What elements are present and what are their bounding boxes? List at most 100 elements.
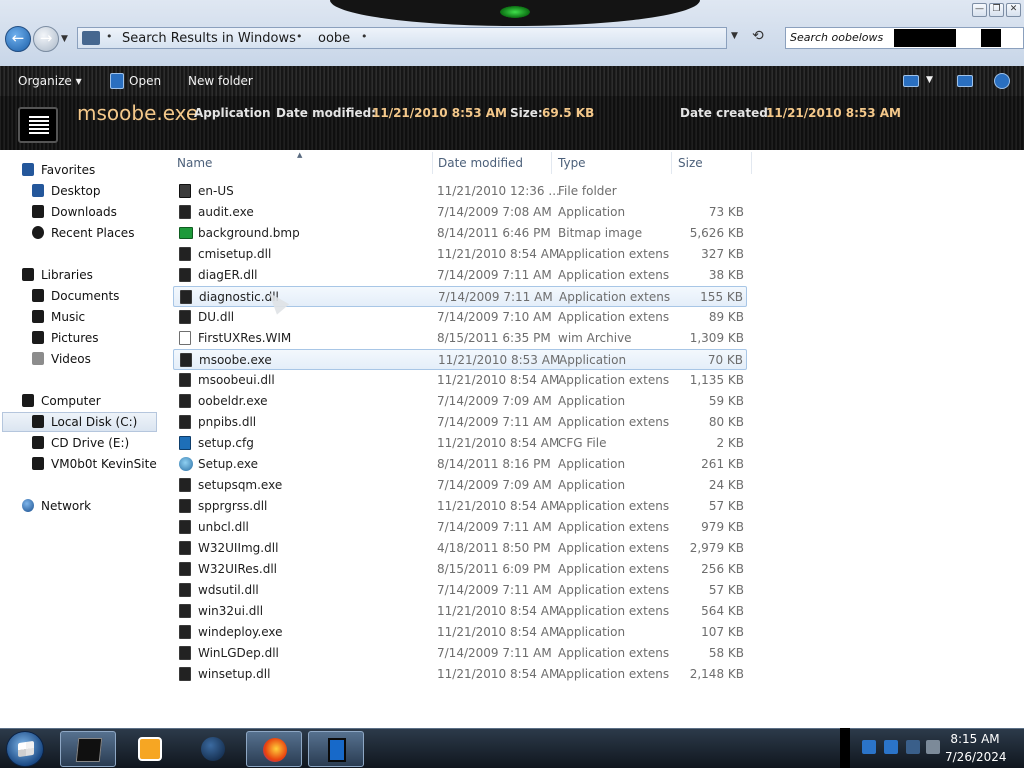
organize-menu[interactable]: Organize ▾ — [18, 74, 82, 88]
breadcrumb-separator[interactable]: • — [296, 30, 303, 43]
breadcrumb-oobe[interactable]: oobe — [318, 31, 350, 46]
videos-icon — [32, 352, 44, 365]
address-field[interactable]: • Search Results in Windows • oobe • — [77, 27, 727, 49]
address-history-dropdown[interactable]: ▼ — [731, 31, 738, 41]
file-date-modified: 11/21/2010 8:54 AM — [437, 436, 560, 450]
file-row[interactable]: WinLGDep.dll 7/14/2009 7:11 AM Application… — [173, 643, 747, 664]
details-date-modified-label: Date modified: — [276, 106, 376, 120]
column-type[interactable]: Type — [558, 156, 586, 170]
new-folder-button[interactable]: New folder — [188, 74, 253, 88]
minimize-button[interactable]: — — [972, 3, 987, 17]
file-row[interactable]: DU.dll 7/14/2009 7:10 AM Application exten… — [173, 307, 747, 328]
tray-device-icon[interactable] — [884, 740, 898, 754]
nav-documents[interactable]: Documents — [32, 287, 119, 307]
nav-network[interactable]: Network — [22, 497, 91, 517]
column-size[interactable]: Size — [678, 156, 703, 170]
file-row[interactable]: unbcl.dll 7/14/2009 7:11 AM Application ex… — [173, 517, 747, 538]
network-tray-icon[interactable] — [906, 740, 920, 754]
pictures-icon — [32, 331, 44, 344]
file-name: background.bmp — [198, 226, 300, 240]
file-row[interactable]: diagER.dll 7/14/2009 7:11 AM Application e… — [173, 265, 747, 286]
file-row[interactable]: FirstUXRes.WIM 8/15/2011 6:35 PM wim Archi… — [173, 328, 747, 349]
details-size-label: Size: — [510, 106, 543, 120]
breadcrumb-search-results[interactable]: Search Results in Windows — [122, 31, 296, 46]
file-row[interactable]: windeploy.exe 11/21/2010 8:54 AM Applicati… — [173, 622, 747, 643]
nav-favorites[interactable]: Favorites — [22, 161, 95, 181]
nav-recent-places[interactable]: Recent Places — [32, 224, 134, 244]
file-row[interactable]: msoobeui.dll 11/21/2010 8:54 AM Applicatio… — [173, 370, 747, 391]
file-row[interactable]: W32UIImg.dll 4/18/2011 8:50 PM Application… — [173, 538, 747, 559]
column-divider[interactable] — [432, 152, 433, 174]
details-file-type: Application — [194, 106, 271, 120]
view-options-dropdown[interactable]: ▼ — [926, 75, 933, 85]
nav-music[interactable]: Music — [32, 308, 85, 328]
column-date-modified[interactable]: Date modified — [438, 156, 523, 170]
nav-downloads[interactable]: Downloads — [32, 203, 117, 223]
file-row[interactable]: cmisetup.dll 11/21/2010 8:54 AM Applicatio… — [173, 244, 747, 265]
tray-app-icon[interactable] — [862, 740, 876, 754]
back-button[interactable]: ← — [5, 26, 31, 52]
file-size: 979 KB — [701, 520, 744, 534]
libraries-icon — [22, 268, 34, 281]
refresh-icon[interactable]: ⟲ — [752, 28, 764, 44]
file-row[interactable]: setup.cfg 11/21/2010 8:54 AM CFG File 2 KB — [173, 433, 747, 454]
nav-libraries[interactable]: Libraries — [22, 266, 93, 286]
file-row[interactable]: spprgrss.dll 11/21/2010 8:54 AM Applicatio… — [173, 496, 747, 517]
file-date-modified: 11/21/2010 8:54 AM — [437, 499, 560, 513]
taskbar-device-button[interactable] — [308, 731, 364, 767]
forward-button[interactable]: → — [33, 26, 59, 52]
file-date-modified: 7/14/2009 7:08 AM — [437, 205, 552, 219]
start-button[interactable] — [6, 731, 44, 767]
nav-desktop[interactable]: Desktop — [32, 182, 101, 202]
file-type: File folder — [558, 184, 617, 198]
file-row[interactable]: Setup.exe 8/14/2011 8:16 PM Application 261… — [173, 454, 747, 475]
column-divider[interactable] — [751, 152, 752, 174]
close-button[interactable]: ✕ — [1006, 3, 1021, 17]
nav-cd-drive[interactable]: CD Drive (E:) — [32, 434, 129, 454]
clock-time[interactable]: 8:15 AM — [945, 732, 1005, 746]
file-row[interactable]: wdsutil.dll 7/14/2009 7:11 AM Application … — [173, 580, 747, 601]
file-row[interactable]: winsetup.dll 11/21/2010 8:54 AM Applicatio… — [173, 664, 747, 685]
file-size: 327 KB — [701, 247, 744, 261]
file-row[interactable]: W32UIRes.dll 8/15/2011 6:09 PM Application… — [173, 559, 747, 580]
breadcrumb-separator[interactable]: • — [361, 30, 368, 43]
file-row[interactable]: audit.exe 7/14/2009 7:08 AM Application 73 … — [173, 202, 747, 223]
preview-pane-icon[interactable] — [957, 75, 973, 87]
volume-icon[interactable] — [926, 740, 940, 754]
file-date-modified: 8/14/2011 6:46 PM — [437, 226, 551, 240]
application-icon — [179, 394, 191, 408]
column-name[interactable]: Name — [177, 156, 212, 170]
dll-icon — [179, 310, 191, 324]
nav-local-disk[interactable]: Local Disk (C:) — [2, 412, 157, 432]
nav-pictures[interactable]: Pictures — [32, 329, 99, 349]
file-row[interactable]: en-US 11/21/2010 12:36 ... File folder — [173, 181, 747, 202]
nav-computer[interactable]: Computer — [22, 392, 101, 412]
taskbar-explorer-button[interactable] — [60, 731, 116, 767]
open-button[interactable]: Open — [129, 74, 161, 88]
change-view-icon[interactable] — [903, 75, 919, 87]
taskbar-globe-button[interactable] — [185, 731, 241, 767]
clock-date[interactable]: 7/26/2024 — [945, 750, 1007, 764]
taskbar-media-player-button[interactable] — [122, 731, 178, 767]
file-row[interactable]: oobeldr.exe 7/14/2009 7:09 AM Application 5… — [173, 391, 747, 412]
file-row[interactable]: diagnostic.dll 7/14/2009 7:11 AM Applicati… — [173, 286, 747, 307]
column-divider[interactable] — [551, 152, 552, 174]
taskbar-firefox-button[interactable] — [246, 731, 302, 767]
search-input[interactable]: Search oobelows — [785, 27, 1024, 49]
file-row[interactable]: background.bmp 8/14/2011 6:46 PM Bitmap im… — [173, 223, 747, 244]
dll-icon — [179, 268, 191, 282]
file-row[interactable]: setupsqm.exe 7/14/2009 7:09 AM Application… — [173, 475, 747, 496]
file-row[interactable]: pnpibs.dll 7/14/2009 7:11 AM Application e… — [173, 412, 747, 433]
file-type: Application extens... — [558, 562, 670, 576]
help-icon[interactable] — [994, 73, 1010, 89]
nav-network-drive[interactable]: VM0b0t KevinSite — [32, 455, 157, 475]
firefox-icon — [263, 738, 287, 762]
nav-videos[interactable]: Videos — [32, 350, 91, 370]
recent-pages-dropdown[interactable]: ▼ — [61, 34, 68, 44]
maximize-button[interactable]: ❐ — [989, 3, 1004, 17]
column-divider[interactable] — [671, 152, 672, 174]
dll-icon — [179, 415, 191, 429]
file-name: windeploy.exe — [198, 625, 283, 639]
file-row-selected[interactable]: msoobe.exe 11/21/2010 8:53 AM Application 7… — [173, 349, 747, 370]
file-row[interactable]: win32ui.dll 11/21/2010 8:54 AM Application… — [173, 601, 747, 622]
